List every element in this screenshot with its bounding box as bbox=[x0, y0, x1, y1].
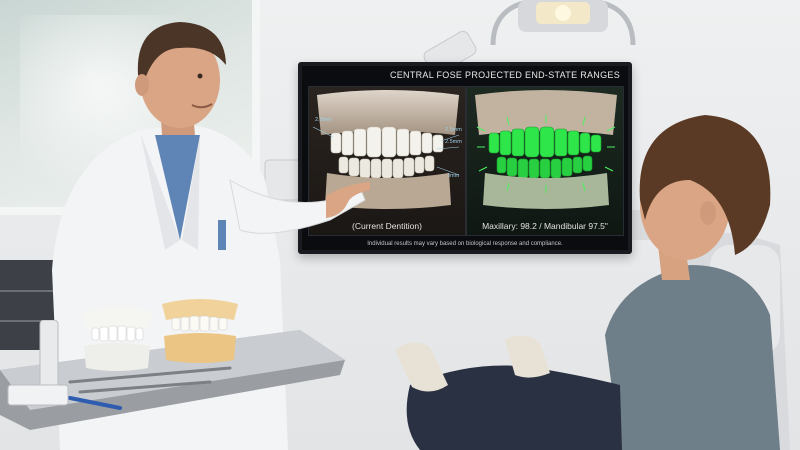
dental-lamp-icon bbox=[490, 0, 636, 46]
white-dental-model-icon bbox=[82, 307, 152, 371]
monitor-title: CENTRAL FOSE PROJECTED END-STATE RANGES bbox=[389, 70, 620, 80]
stone-dental-model-icon bbox=[162, 299, 238, 363]
dental-consultation-scene: CENTRAL FOSE PROJECTED END-STATE RANGES bbox=[0, 0, 800, 450]
patient-in-chair bbox=[395, 115, 790, 450]
